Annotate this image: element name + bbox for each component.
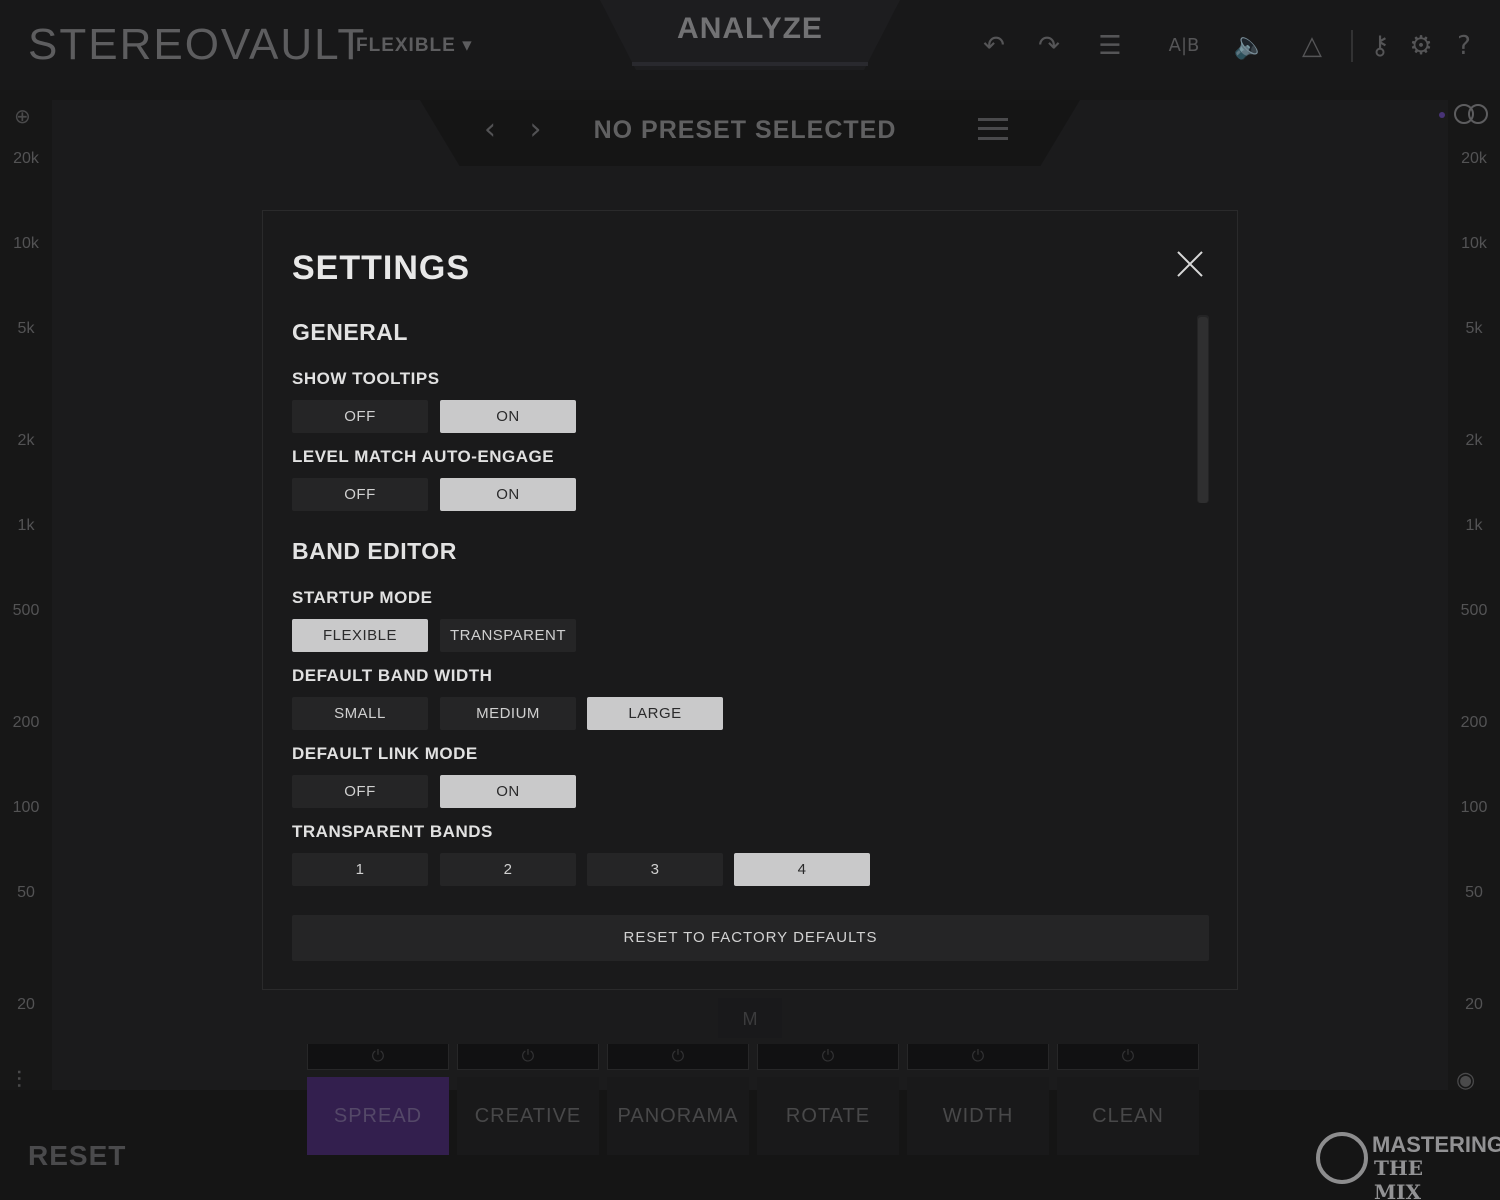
level-match-off-button[interactable]: OFF — [292, 478, 428, 511]
band-width-medium-button[interactable]: MEDIUM — [440, 697, 576, 730]
reset-factory-defaults-button[interactable]: RESET TO FACTORY DEFAULTS — [292, 915, 1209, 961]
startup-mode-transparent-button[interactable]: TRANSPARENT — [440, 619, 576, 652]
transparent-bands-label: TRANSPARENT BANDS — [292, 822, 493, 841]
transparent-bands-2-button[interactable]: 2 — [440, 853, 576, 886]
default-link-mode-label: DEFAULT LINK MODE — [292, 744, 478, 763]
scrollbar-thumb[interactable] — [1198, 317, 1208, 503]
show-tooltips-on-button[interactable]: ON — [440, 400, 576, 433]
show-tooltips-off-button[interactable]: OFF — [292, 400, 428, 433]
startup-mode-flexible-button[interactable]: FLEXIBLE — [292, 619, 428, 652]
show-tooltips-label: SHOW TOOLTIPS — [292, 369, 440, 388]
settings-dialog: SETTINGS GENERAL SHOW TOOLTIPS OFF ON LE… — [262, 210, 1238, 990]
band-editor-heading: BAND EDITOR — [292, 538, 457, 564]
band-width-small-button[interactable]: SMALL — [292, 697, 428, 730]
close-icon[interactable] — [1173, 247, 1207, 281]
settings-title: SETTINGS — [292, 249, 471, 287]
transparent-bands-3-button[interactable]: 3 — [587, 853, 723, 886]
level-match-label: LEVEL MATCH AUTO-ENGAGE — [292, 447, 555, 466]
level-match-on-button[interactable]: ON — [440, 478, 576, 511]
startup-mode-label: STARTUP MODE — [292, 588, 433, 607]
band-width-large-button[interactable]: LARGE — [587, 697, 723, 730]
default-band-width-label: DEFAULT BAND WIDTH — [292, 666, 493, 685]
link-mode-on-button[interactable]: ON — [440, 775, 576, 808]
link-mode-off-button[interactable]: OFF — [292, 775, 428, 808]
general-heading: GENERAL — [292, 319, 408, 345]
transparent-bands-4-button[interactable]: 4 — [734, 853, 870, 886]
transparent-bands-1-button[interactable]: 1 — [292, 853, 428, 886]
